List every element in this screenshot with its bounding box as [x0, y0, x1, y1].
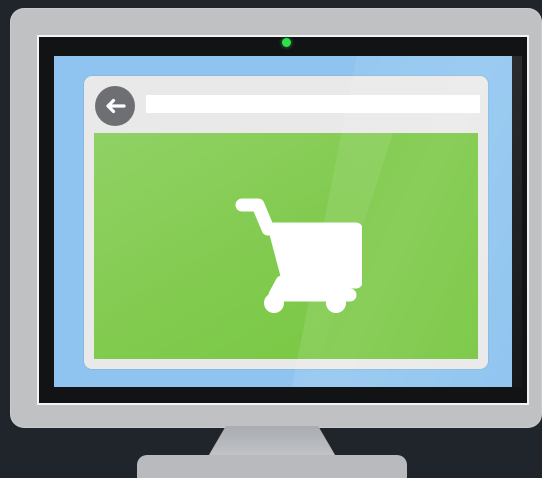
shopping-cart-icon	[235, 198, 362, 313]
browser-window	[84, 76, 488, 369]
browser-toolbar	[84, 76, 488, 134]
address-bar-input[interactable]	[146, 95, 480, 113]
monitor-stand-base	[137, 455, 407, 478]
page-content-area	[94, 133, 478, 359]
arrow-left-icon	[106, 98, 126, 114]
monitor-screen	[54, 56, 522, 387]
back-button[interactable]	[95, 86, 135, 126]
monitor	[10, 8, 542, 428]
illustration-stage	[0, 0, 542, 478]
camera-light	[282, 38, 291, 47]
